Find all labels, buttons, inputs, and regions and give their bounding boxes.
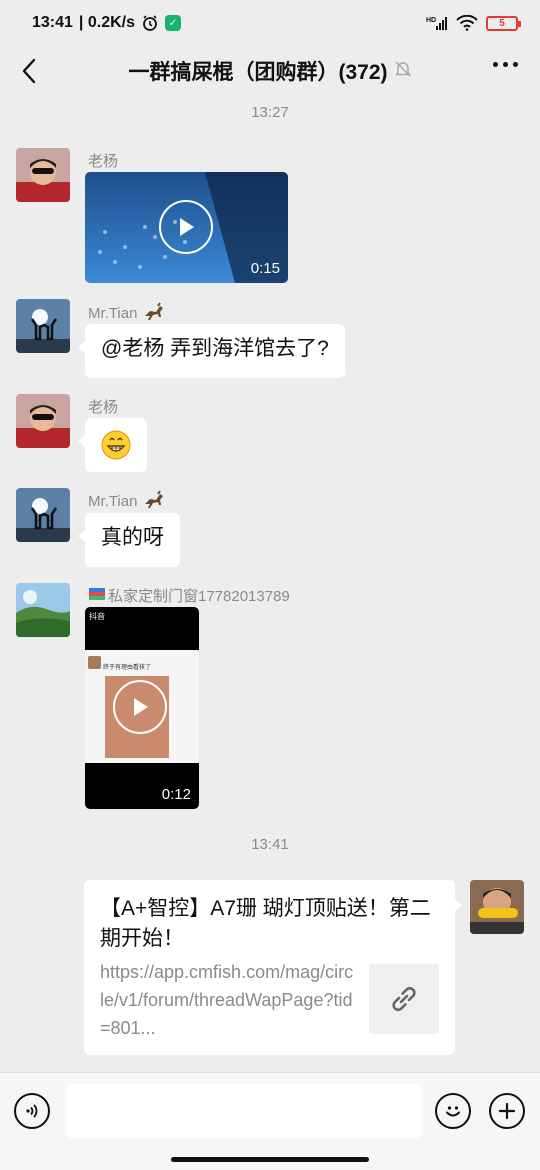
avatar[interactable]	[16, 583, 70, 637]
message-timestamp: 13:41	[251, 836, 289, 853]
video-source-label: 抖音	[89, 612, 105, 621]
battery-icon: 5	[486, 15, 521, 31]
more-icon-dot	[503, 62, 508, 67]
message-input[interactable]	[66, 1084, 422, 1138]
more-button[interactable]	[493, 62, 518, 67]
emoji-icon	[446, 1106, 460, 1117]
text-message[interactable]: @老杨 弄到海洋馆去了?	[78, 324, 345, 378]
message-text: @老杨 弄到海洋馆去了?	[101, 337, 329, 360]
add-icon	[498, 1102, 516, 1120]
video-message[interactable]: 0:15	[85, 172, 288, 283]
svg-text:HD: HD	[426, 17, 436, 24]
emoji-message[interactable]	[78, 418, 147, 472]
shield-icon: ✓	[164, 15, 181, 31]
link-url: https://app.cmfish.com/mag/circle/v1/for…	[100, 962, 354, 1038]
voice-button[interactable]	[14, 1093, 50, 1129]
wifi-icon	[456, 15, 478, 31]
grinning-face-icon	[101, 430, 131, 460]
more-icon-dot	[513, 62, 518, 67]
sender-name: 老杨	[88, 150, 118, 171]
network-speed: | 0.2K/s	[78, 14, 135, 31]
video-duration: 0:15	[250, 260, 280, 277]
sender-name-text: 老杨	[88, 399, 119, 416]
sender-name: Mr.Tian	[88, 302, 165, 324]
avatar[interactable]	[16, 488, 70, 542]
page-title: 一群搞屎棍（团购群）(372)	[128, 61, 388, 84]
sender-name-text: Mr.Tian	[88, 492, 138, 510]
horse-emoji-icon	[143, 490, 165, 512]
back-icon	[22, 58, 36, 84]
sender-name-text: 私家定制门窗17782013789	[108, 588, 290, 605]
input-bar	[0, 1072, 540, 1170]
alarm-icon	[141, 14, 159, 32]
emoji-button[interactable]	[435, 1093, 471, 1129]
sender-name-text: Mr.Tian	[88, 304, 138, 322]
video-message[interactable]: 抖音 终于有理由看核了 0:12	[85, 607, 199, 809]
thumb-avatar	[88, 656, 101, 669]
chat-header: 一群搞屎棍（团购群）(372)	[0, 46, 540, 96]
home-indicator[interactable]	[171, 1157, 369, 1162]
battery-level: 5	[499, 17, 505, 29]
play-icon	[180, 218, 194, 236]
play-button[interactable]	[159, 200, 213, 254]
link-card-message[interactable]: 【A+智控】A7珊 瑚灯顶贴送！第二期开始！ https://app.cmfis…	[84, 880, 462, 1055]
message-timestamp: 13:27	[251, 104, 289, 121]
video-duration: 0:12	[161, 786, 191, 803]
voice-icon	[26, 1104, 38, 1118]
add-button[interactable]	[489, 1093, 525, 1129]
horse-emoji-icon	[143, 302, 165, 324]
play-button[interactable]	[113, 680, 167, 734]
message-text: 真的呀	[101, 526, 164, 549]
mute-bell-icon	[394, 60, 412, 83]
status-time: 13:41	[32, 14, 73, 31]
sender-name: 私家定制门窗17782013789	[88, 585, 290, 606]
chat-messages[interactable]: 13:27 老杨 0:15 Mr.Tian @老杨 弄到海洋馆去了? 老杨 Mr…	[0, 96, 540, 1072]
avatar[interactable]	[16, 148, 70, 202]
link-thumbnail	[369, 964, 439, 1034]
link-icon	[392, 986, 416, 1012]
link-title: 【A+智控】A7珊 瑚灯顶贴送！第二期开始！	[100, 897, 431, 950]
my-avatar[interactable]	[470, 880, 524, 934]
thumb-caption: 终于有理由看核了	[103, 665, 152, 671]
play-icon	[134, 698, 148, 716]
signal-icon: HD	[426, 15, 448, 31]
avatar[interactable]	[16, 394, 70, 448]
window-flag-icon	[88, 586, 106, 606]
sender-name: 老杨	[88, 396, 118, 417]
back-button[interactable]	[14, 56, 44, 86]
sender-name: Mr.Tian	[88, 490, 165, 512]
more-icon-dot	[493, 62, 498, 67]
avatar[interactable]	[16, 299, 70, 353]
sender-name-text: 老杨	[88, 153, 119, 170]
text-message[interactable]: 真的呀	[78, 513, 180, 567]
status-bar: 13:41 | 0.2K/s ✓ HD 5	[0, 0, 540, 46]
